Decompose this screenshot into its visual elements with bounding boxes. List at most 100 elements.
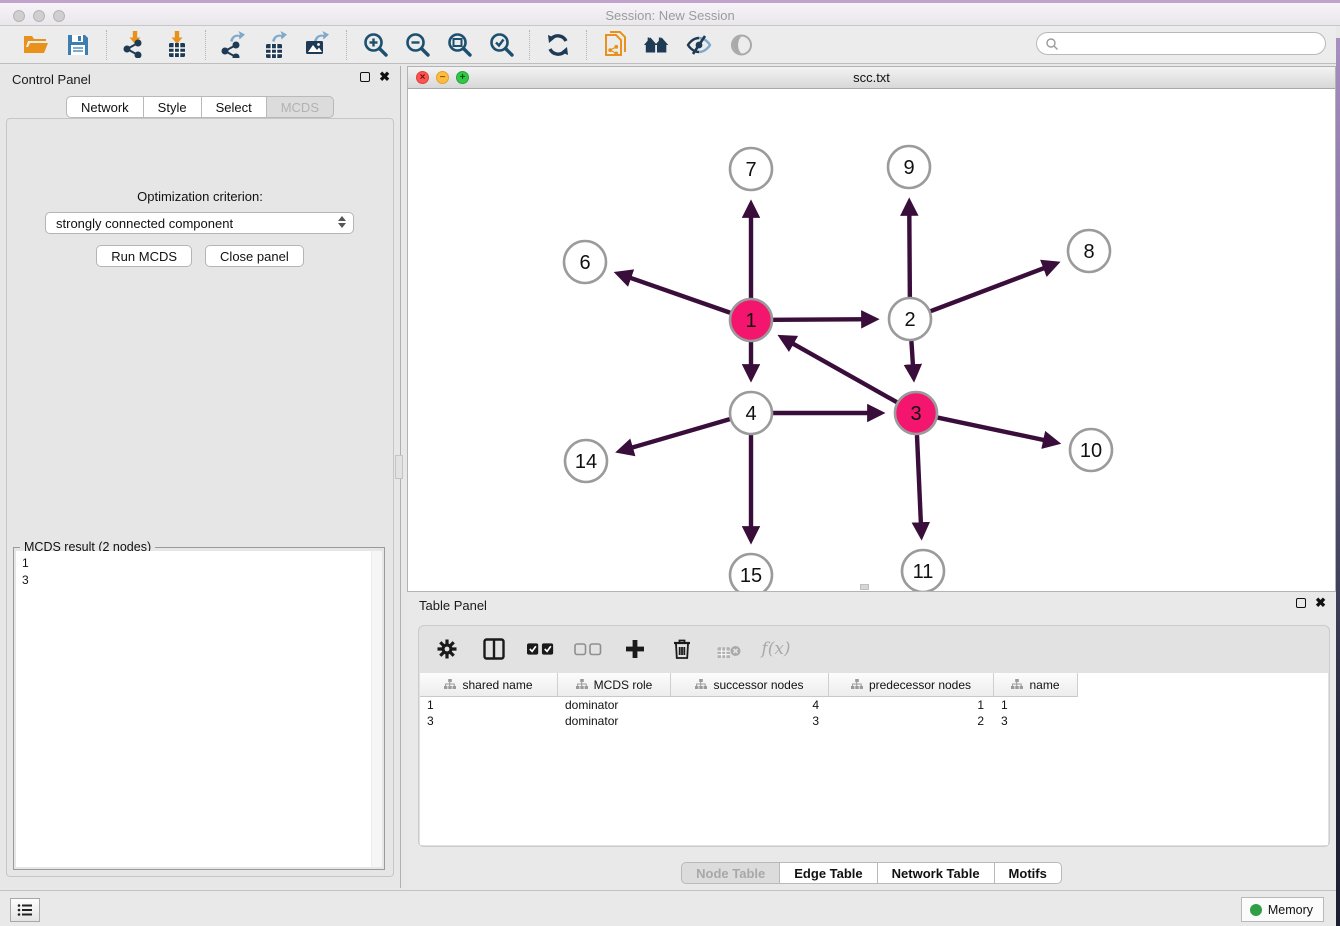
control-panel: Control Panel ✖ NetworkStyleSelectMCDS O… [0,66,401,888]
zoom-in-icon[interactable] [361,31,389,59]
table-header-row: shared nameMCDS rolesuccessor nodesprede… [420,673,1328,697]
split-panel-icon[interactable] [480,635,508,663]
mcds-result-textarea[interactable]: 13 [16,551,382,867]
edge-4-14[interactable] [620,419,730,451]
search-input[interactable] [1036,32,1326,55]
close-panel-icon[interactable]: ✖ [379,72,390,82]
hide-graphics-details-icon[interactable] [685,31,713,59]
table-panel-tabs: Node TableEdge TableNetwork TableMotifs [407,862,1336,884]
table-cell: dominator [558,697,671,713]
svg-text:6: 6 [579,252,590,274]
open-folder-icon[interactable] [22,31,50,59]
add-column-icon[interactable] [621,635,649,663]
refresh-layout-icon[interactable] [544,31,572,59]
float-table-panel-icon[interactable] [1296,598,1306,608]
node-table[interactable]: shared nameMCDS rolesuccessor nodesprede… [420,673,1328,845]
column-header-name[interactable]: name [994,673,1078,697]
column-header-shared-name[interactable]: shared name [420,673,558,697]
graph-node-1[interactable]: 1 [730,299,772,341]
column-header-MCDS-role[interactable]: MCDS role [558,673,671,697]
show-graphics-details-icon[interactable] [727,31,755,59]
close-table-panel-icon[interactable]: ✖ [1315,598,1326,608]
table-panel: Table Panel ✖ f(x) shared nameMCDS roles… [407,592,1336,890]
edge-2-8[interactable] [931,263,1057,311]
home-icon[interactable] [643,31,671,59]
tab-node-table[interactable]: Node Table [681,862,780,884]
network-graph-canvas[interactable]: 7 9 6 8 1 2 4 3 14 10 15 11 [408,89,1335,591]
panel-divider-grip[interactable] [395,455,403,479]
export-network-icon[interactable] [220,31,248,59]
edge-1-2[interactable] [773,319,875,320]
save-file-icon[interactable] [64,31,92,59]
table-container: f(x) shared nameMCDS rolesuccessor nodes… [418,625,1330,847]
tab-select[interactable]: Select [202,96,267,118]
clone-network-icon[interactable] [601,31,629,59]
float-panel-icon[interactable] [360,72,370,82]
edge-2-3[interactable] [911,341,913,378]
optimization-criterion-label: Optimization criterion: [7,189,393,204]
column-header-predecessor-nodes[interactable]: predecessor nodes [829,673,994,697]
import-table-icon[interactable] [163,31,191,59]
result-scrollbar[interactable] [371,551,382,867]
select-all-checks-icon[interactable] [527,635,555,663]
svg-text:1: 1 [745,310,756,332]
table-cell: 1 [829,697,994,713]
mcds-result-line: 3 [22,572,382,589]
task-history-button[interactable] [10,898,40,922]
graph-node-2[interactable]: 2 [889,298,931,340]
svg-text:10: 10 [1080,440,1102,462]
export-image-icon[interactable] [304,31,332,59]
zoom-fit-icon[interactable] [445,31,473,59]
edge-3-1[interactable] [781,337,896,402]
svg-text:8: 8 [1083,241,1094,263]
horizontal-scroll-grip[interactable] [860,584,869,590]
table-row[interactable]: 3dominator323 [420,713,1328,729]
control-panel-title: Control Panel [12,72,91,87]
graph-node-9[interactable]: 9 [888,146,930,188]
memory-button[interactable]: Memory [1241,897,1324,922]
graph-node-11[interactable]: 11 [902,550,944,591]
edge-1-6[interactable] [618,274,730,313]
graph-node-10[interactable]: 10 [1070,429,1112,471]
optimization-criterion-value: strongly connected component [56,216,233,231]
deselect-all-checks-icon[interactable] [574,635,602,663]
table-cell: 3 [994,713,1078,729]
settings-gear-icon[interactable] [433,635,461,663]
memory-label: Memory [1268,903,1313,917]
table-cell: 3 [420,713,558,729]
search-icon [1045,37,1059,51]
zoom-out-icon[interactable] [403,31,431,59]
tab-mcds[interactable]: MCDS [267,96,334,118]
svg-text:11: 11 [913,561,934,583]
column-header-successor-nodes[interactable]: successor nodes [671,673,829,697]
svg-text:3: 3 [910,403,921,425]
run-mcds-button[interactable]: Run MCDS [96,245,192,267]
tab-style[interactable]: Style [144,96,202,118]
desktop-wallpaper-strip [1336,38,1340,926]
graph-node-15[interactable]: 15 [730,554,772,591]
table-cell: dominator [558,713,671,729]
table-row[interactable]: 1dominator411 [420,697,1328,713]
import-network-icon[interactable] [121,31,149,59]
edge-3-10[interactable] [938,418,1057,443]
tab-network[interactable]: Network [66,96,144,118]
mcds-tab-pane: Optimization criterion: strongly connect… [6,118,394,877]
export-table-icon[interactable] [262,31,290,59]
tab-edge-table[interactable]: Edge Table [780,862,877,884]
mcds-result-line: 1 [22,555,382,572]
tab-network-table[interactable]: Network Table [878,862,995,884]
tab-motifs[interactable]: Motifs [995,862,1062,884]
edge-2-9[interactable] [909,202,910,297]
edge-3-11[interactable] [917,435,921,536]
graph-node-7[interactable]: 7 [730,148,772,190]
graph-node-8[interactable]: 8 [1068,230,1110,272]
graph-node-4[interactable]: 4 [730,392,772,434]
graph-node-6[interactable]: 6 [564,241,606,283]
graph-node-14[interactable]: 14 [565,440,607,482]
graph-node-3[interactable]: 3 [895,392,937,434]
delete-column-icon[interactable] [668,635,696,663]
table-toolbar: f(x) [433,634,790,664]
optimization-criterion-select[interactable]: strongly connected component [45,212,354,234]
close-panel-button[interactable]: Close panel [205,245,304,267]
zoom-selected-icon[interactable] [487,31,515,59]
